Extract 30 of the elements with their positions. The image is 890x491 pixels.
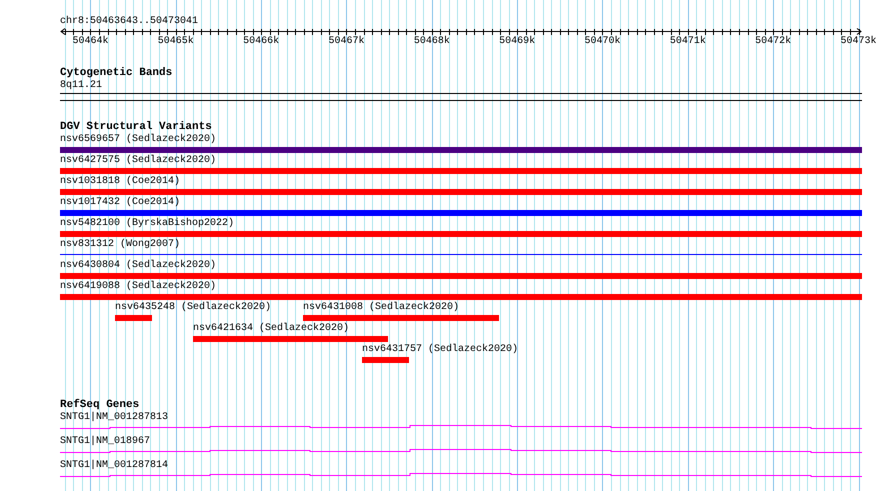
variant-label: nsv6431008 (Sedlazeck2020) <box>303 302 460 313</box>
ruler-label: 50465k <box>158 36 194 47</box>
variant-label: nsv6430804 (Sedlazeck2020) <box>60 260 216 271</box>
gene-label: SNTG1|NM_001287814 <box>60 460 168 471</box>
ruler-label: 50473k <box>840 36 877 47</box>
ruler-label: 50469k <box>499 36 536 47</box>
gene-label: SNTG1|NM_001287813 <box>60 412 168 423</box>
track-title: DGV Structural Variants <box>60 122 212 133</box>
variant-label: nsv6431757 (Sedlazeck2020) <box>362 344 518 355</box>
band-label: 8q11.21 <box>60 80 102 91</box>
variant-label: nsv6419088 (Sedlazeck2020) <box>60 281 216 292</box>
ruler-label: 50470k <box>584 36 620 47</box>
ruler-label: 50472k <box>755 36 792 47</box>
ruler-label: 50467k <box>328 36 364 47</box>
track-title: Cytogenetic Bands <box>60 68 172 79</box>
variant-label: nsv5482100 (ByrskaBishop2022) <box>60 218 234 229</box>
ruler-label: 50464k <box>72 36 108 47</box>
variant-label: nsv6435248 (Sedlazeck2020) <box>115 302 272 313</box>
track-title: RefSeq Genes <box>60 400 140 411</box>
variant-label: nsv6427575 (Sedlazeck2020) <box>60 155 216 166</box>
variant-label: nsv1031818 (Coe2014) <box>60 176 180 187</box>
variant-label: nsv1017432 (Coe2014) <box>60 197 180 208</box>
ruler-label: 50466k <box>243 36 280 47</box>
coordinate-label: chr8:50463643..50473041 <box>60 16 198 27</box>
variant-label: nsv6569657 (Sedlazeck2020) <box>60 134 216 145</box>
variant-label: nsv831312 (Wong2007) <box>60 239 180 250</box>
ruler-label: 50468k <box>414 36 450 47</box>
variant-label: nsv6421634 (Sedlazeck2020) <box>193 323 350 334</box>
gene-label: SNTG1|NM_018967 <box>60 436 150 447</box>
ruler-label: 50471k <box>670 36 706 47</box>
